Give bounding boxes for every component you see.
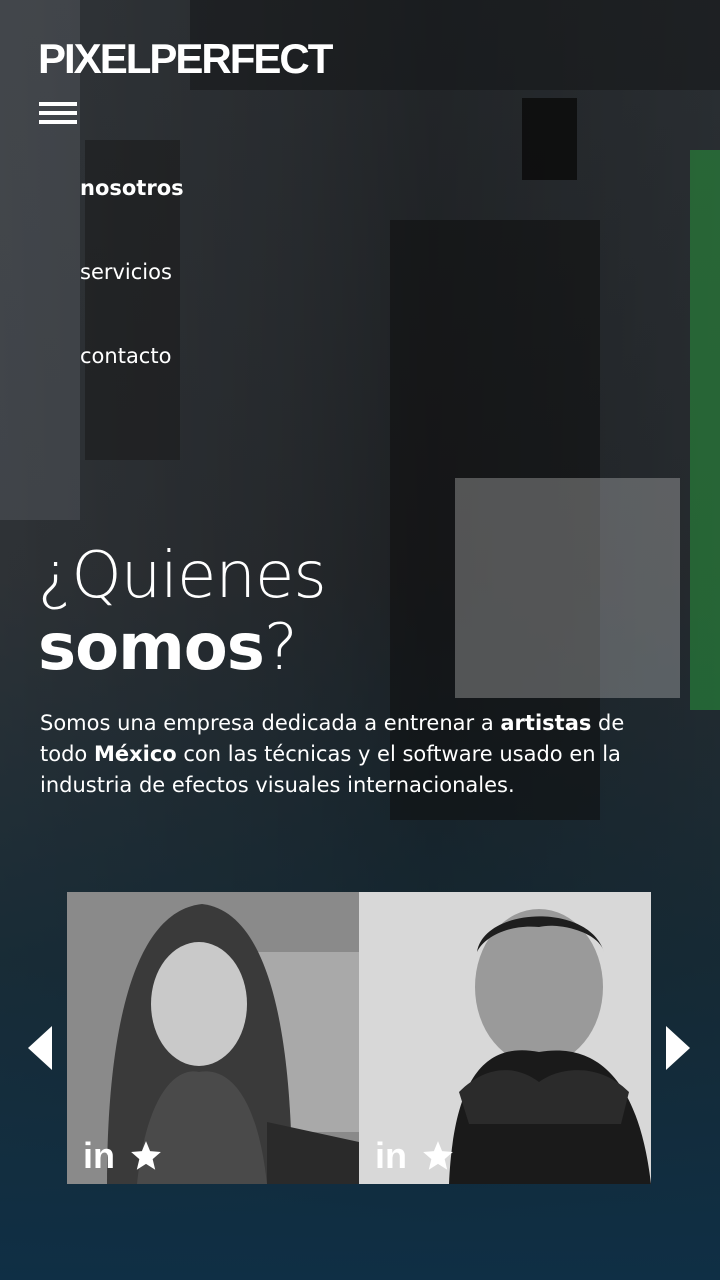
background-whiteboard — [455, 478, 680, 698]
title-bold: somos — [38, 611, 265, 685]
card-actions: in — [375, 1136, 455, 1176]
main-nav: nosotros servicios contacto — [80, 170, 184, 422]
arrow-right-icon[interactable] — [666, 1026, 690, 1070]
title-line-2: somos? — [38, 612, 326, 684]
team-member-card: in — [359, 892, 651, 1184]
background-greenscreen — [690, 150, 720, 710]
hamburger-icon[interactable] — [39, 100, 77, 128]
background-speaker — [522, 98, 577, 180]
desc-bold-mexico: México — [93, 742, 177, 766]
nav-item-nosotros[interactable]: nosotros — [80, 170, 184, 254]
brand-logo[interactable]: PIXELPERFECT — [38, 38, 333, 80]
linkedin-icon[interactable]: in — [83, 1136, 115, 1176]
star-icon[interactable] — [129, 1139, 163, 1173]
card-actions: in — [83, 1136, 163, 1176]
nav-item-servicios[interactable]: servicios — [80, 254, 184, 338]
page-title: ¿Quienes somos? — [38, 539, 327, 684]
arrow-left-icon[interactable] — [28, 1026, 52, 1070]
team-carousel: in in — [0, 892, 720, 1184]
title-line-1: ¿Quienes — [38, 539, 327, 613]
page: PIXELPERFECT nosotros servicios contacto… — [0, 0, 720, 1280]
team-member-card: in — [67, 892, 359, 1184]
desc-bold-artistas: artistas — [500, 711, 592, 735]
linkedin-icon[interactable]: in — [375, 1136, 407, 1176]
desc-text-1: Somos una empresa dedicada a entrenar a — [40, 711, 501, 735]
nav-item-contacto[interactable]: contacto — [80, 338, 184, 422]
about-description: Somos una empresa dedicada a entrenar a … — [40, 708, 660, 801]
title-question-mark: ? — [263, 611, 298, 685]
star-icon[interactable] — [421, 1139, 455, 1173]
